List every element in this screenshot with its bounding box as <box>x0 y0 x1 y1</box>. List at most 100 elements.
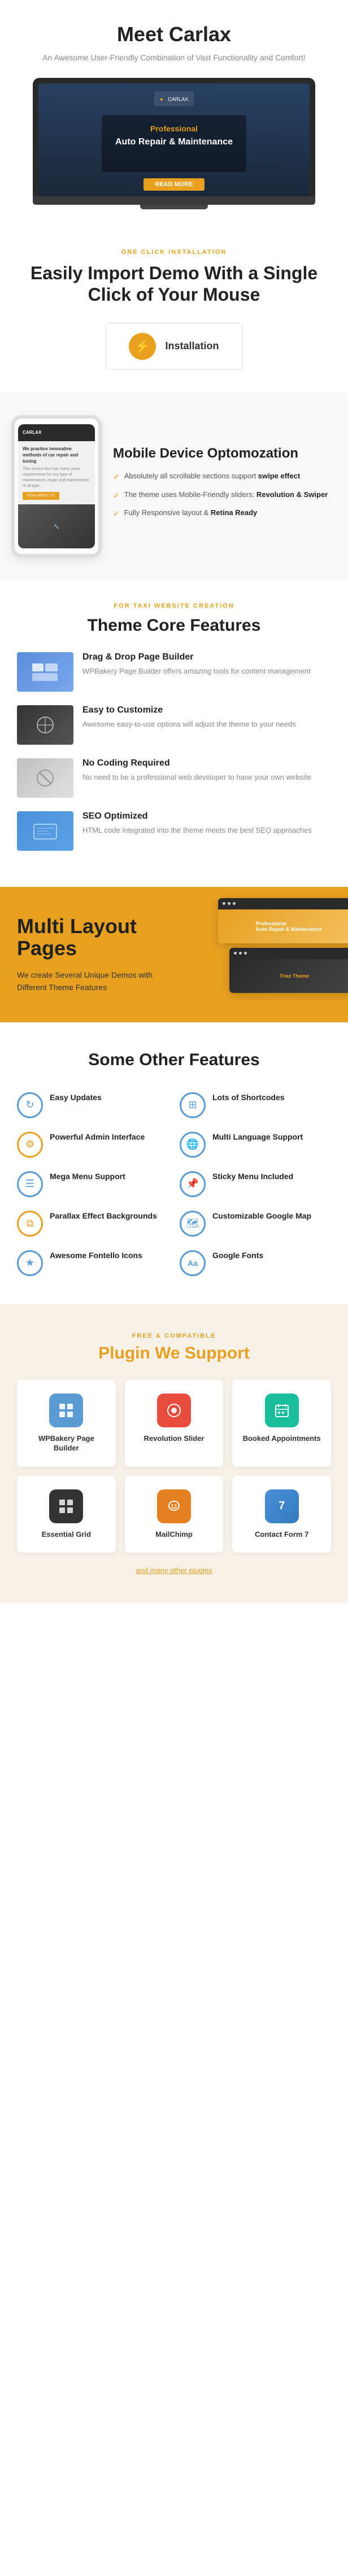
more-plugins-link[interactable]: and many other plugins <box>17 1566 331 1575</box>
feature-item-map: 🗺 Customizable Google Map <box>180 1211 331 1237</box>
feature-row-1: Drag & Drop Page Builder WPBakery Page B… <box>17 652 331 692</box>
mobile-feature-text-2: The theme uses Mobile-Friendly sliders: … <box>124 490 328 500</box>
feature-name-4: SEO Optimized <box>82 811 312 821</box>
dot-5 <box>239 952 242 955</box>
cf7-label: Contact Form 7 <box>241 1530 322 1540</box>
cf7-icon: 7 <box>265 1489 299 1523</box>
laptop-stand <box>140 205 208 209</box>
feature-row-4: SEO Optimized HTML code integrated into … <box>17 811 331 851</box>
installation-box[interactable]: ⚡ Installation <box>105 323 242 370</box>
laptop-base <box>33 196 315 205</box>
preview-card-2: Triaz Theme <box>229 948 348 993</box>
sticky-text: Sticky Menu Included <box>212 1171 293 1181</box>
core-section: FOR TAXI WEBSITE CREATION Theme Core Fea… <box>0 580 348 887</box>
feature-item-parallax: ⧉ Parallax Effect Backgrounds <box>17 1211 168 1237</box>
plugin-contact-form-7: 7 Contact Form 7 <box>232 1476 331 1553</box>
feature-item-icons: ★ Awesome Fontello Icons <box>17 1250 168 1276</box>
features-title: Some Other Features <box>17 1050 331 1070</box>
preview-content-1: ProfessionalAuto Repair & Maintenance <box>218 909 348 943</box>
check-icon-3: ✓ <box>113 508 120 520</box>
hero-section: Meet Carlax An Awesome User-Friendly Com… <box>0 0 348 226</box>
multilang-text: Multi Language Support <box>212 1132 303 1142</box>
shortcodes-icon: ⊞ <box>180 1092 206 1118</box>
plugins-grid: WPBakery Page Builder Revolution Slider <box>17 1380 331 1553</box>
easy-updates-text: Easy Updates <box>50 1092 102 1102</box>
screen-title: Professional <box>115 124 233 133</box>
plugin-mailchimp: MailChimp <box>125 1476 224 1553</box>
feature-item-mega-menu: ☰ Mega Menu Support <box>17 1171 168 1197</box>
hero-subtitle: An Awesome User-Friendly Combination of … <box>11 52 337 64</box>
plugins-label: FREE & COMPATIBLE <box>17 1333 331 1339</box>
dot-3 <box>233 902 236 905</box>
multi-section: Multi Layout Pages We create Several Uni… <box>0 887 348 1022</box>
feature-item-easy-updates: ↻ Easy Updates <box>17 1092 168 1118</box>
core-label: FOR TAXI WEBSITE CREATION <box>17 603 331 609</box>
essential-grid-label: Essential Grid <box>26 1530 107 1540</box>
essential-grid-icon <box>49 1489 83 1523</box>
preview-card-header-1 <box>218 898 348 909</box>
phone-logo: CARLAX <box>23 430 41 435</box>
phone-frame: CARLAX We practice innovative methods of… <box>11 415 102 557</box>
feature-item-sticky: 📌 Sticky Menu Included <box>180 1171 331 1197</box>
plugins-section: FREE & COMPATIBLE Plugin We Support WPBa… <box>0 1304 348 1603</box>
phone-mockup: CARLAX We practice innovative methods of… <box>11 415 102 557</box>
booked-label: Booked Appointments <box>241 1434 322 1444</box>
map-icon: 🗺 <box>180 1211 206 1237</box>
check-icon-2: ✓ <box>113 490 120 502</box>
feature-info-4: SEO Optimized HTML code integrated into … <box>82 811 312 836</box>
import-section: ONE CLICK INSTALLATION Easily Import Dem… <box>0 226 348 393</box>
feature-item-fonts: Aa Google Fonts <box>180 1250 331 1276</box>
feature-row-3: No Coding Required No need to be a profe… <box>17 758 331 798</box>
admin-label: Powerful Admin Interface <box>50 1132 145 1142</box>
feature-desc-3: No need to be a professional web develop… <box>82 772 311 783</box>
dot-4 <box>234 952 237 955</box>
install-icon: ⚡ <box>129 333 156 360</box>
feature-info-2: Easy to Customize Awesome easy-to-use op… <box>82 705 296 730</box>
feature-thumb-no <box>17 758 73 798</box>
parallax-label: Parallax Effect Backgrounds <box>50 1211 157 1221</box>
feature-row-2: Easy to Customize Awesome easy-to-use op… <box>17 705 331 745</box>
feature-desc-1: WPBakery Page Builder offers amazing too… <box>82 666 311 677</box>
feature-thumb-drag <box>17 652 73 692</box>
feature-desc-2: Awesome easy-to-use options will adjust … <box>82 719 296 730</box>
screen-subtitle: Auto Repair & Maintenance <box>115 135 233 149</box>
feature-name-1: Drag & Drop Page Builder <box>82 652 311 662</box>
multi-text: Multi Layout Pages We create Several Uni… <box>17 915 164 994</box>
laptop-frame: ● CARLAX Professional Auto Repair & Main… <box>33 78 315 196</box>
parallax-icon: ⧉ <box>17 1211 43 1237</box>
phone-image: 🔧 <box>18 504 95 548</box>
fonts-label: Google Fonts <box>212 1250 263 1260</box>
dot-2 <box>228 902 230 905</box>
wpbakery-icon <box>49 1393 83 1427</box>
fonts-icon: Aa <box>180 1250 206 1276</box>
screen-logo: ● CARLAX <box>154 91 194 106</box>
core-title: Theme Core Features <box>17 616 331 635</box>
mobile-feature-2: ✓ The theme uses Mobile-Friendly sliders… <box>113 490 337 502</box>
wpbakery-label: WPBakery Page Builder <box>26 1434 107 1453</box>
map-text: Customizable Google Map <box>212 1211 311 1221</box>
plugin-essential-grid: Essential Grid <box>17 1476 116 1553</box>
multilang-icon: 🌐 <box>180 1132 206 1158</box>
mailchimp-icon <box>157 1489 191 1523</box>
mobile-feature-3: ✓ Fully Responsive layout & Retina Ready <box>113 508 337 520</box>
multi-desc: We create Several Unique Demos with Diff… <box>17 969 164 994</box>
fonts-text: Google Fonts <box>212 1250 263 1260</box>
mobile-section: CARLAX We practice innovative methods of… <box>0 393 348 580</box>
icons-label: Awesome Fontello Icons <box>50 1250 142 1260</box>
feature-name-2: Easy to Customize <box>82 705 296 715</box>
check-icon-1: ✓ <box>113 472 120 483</box>
preview-card-header-2 <box>229 948 348 959</box>
mobile-feature-text-3: Fully Responsive layout & Retina Ready <box>124 508 258 518</box>
mega-menu-icon: ☰ <box>17 1171 43 1197</box>
laptop-mockup: ● CARLAX Professional Auto Repair & Main… <box>33 78 315 209</box>
preview-card-1: ProfessionalAuto Repair & Maintenance <box>218 898 348 943</box>
admin-text: Powerful Admin Interface <box>50 1132 145 1142</box>
mobile-feature-1: ✓ Absolutely all scrollable sections sup… <box>113 471 337 483</box>
import-title: Easily Import Demo With a Single Click o… <box>17 262 331 306</box>
preview-content-2: Triaz Theme <box>229 959 348 993</box>
plugin-wpbakery: WPBakery Page Builder <box>17 1380 116 1467</box>
mobile-text: Mobile Device Optomozation ✓ Absolutely … <box>113 446 337 526</box>
import-label: ONE CLICK INSTALLATION <box>17 249 331 256</box>
plugin-revolution: Revolution Slider <box>125 1380 224 1467</box>
mobile-feature-text-1: Absolutely all scrollable sections suppo… <box>124 471 300 481</box>
